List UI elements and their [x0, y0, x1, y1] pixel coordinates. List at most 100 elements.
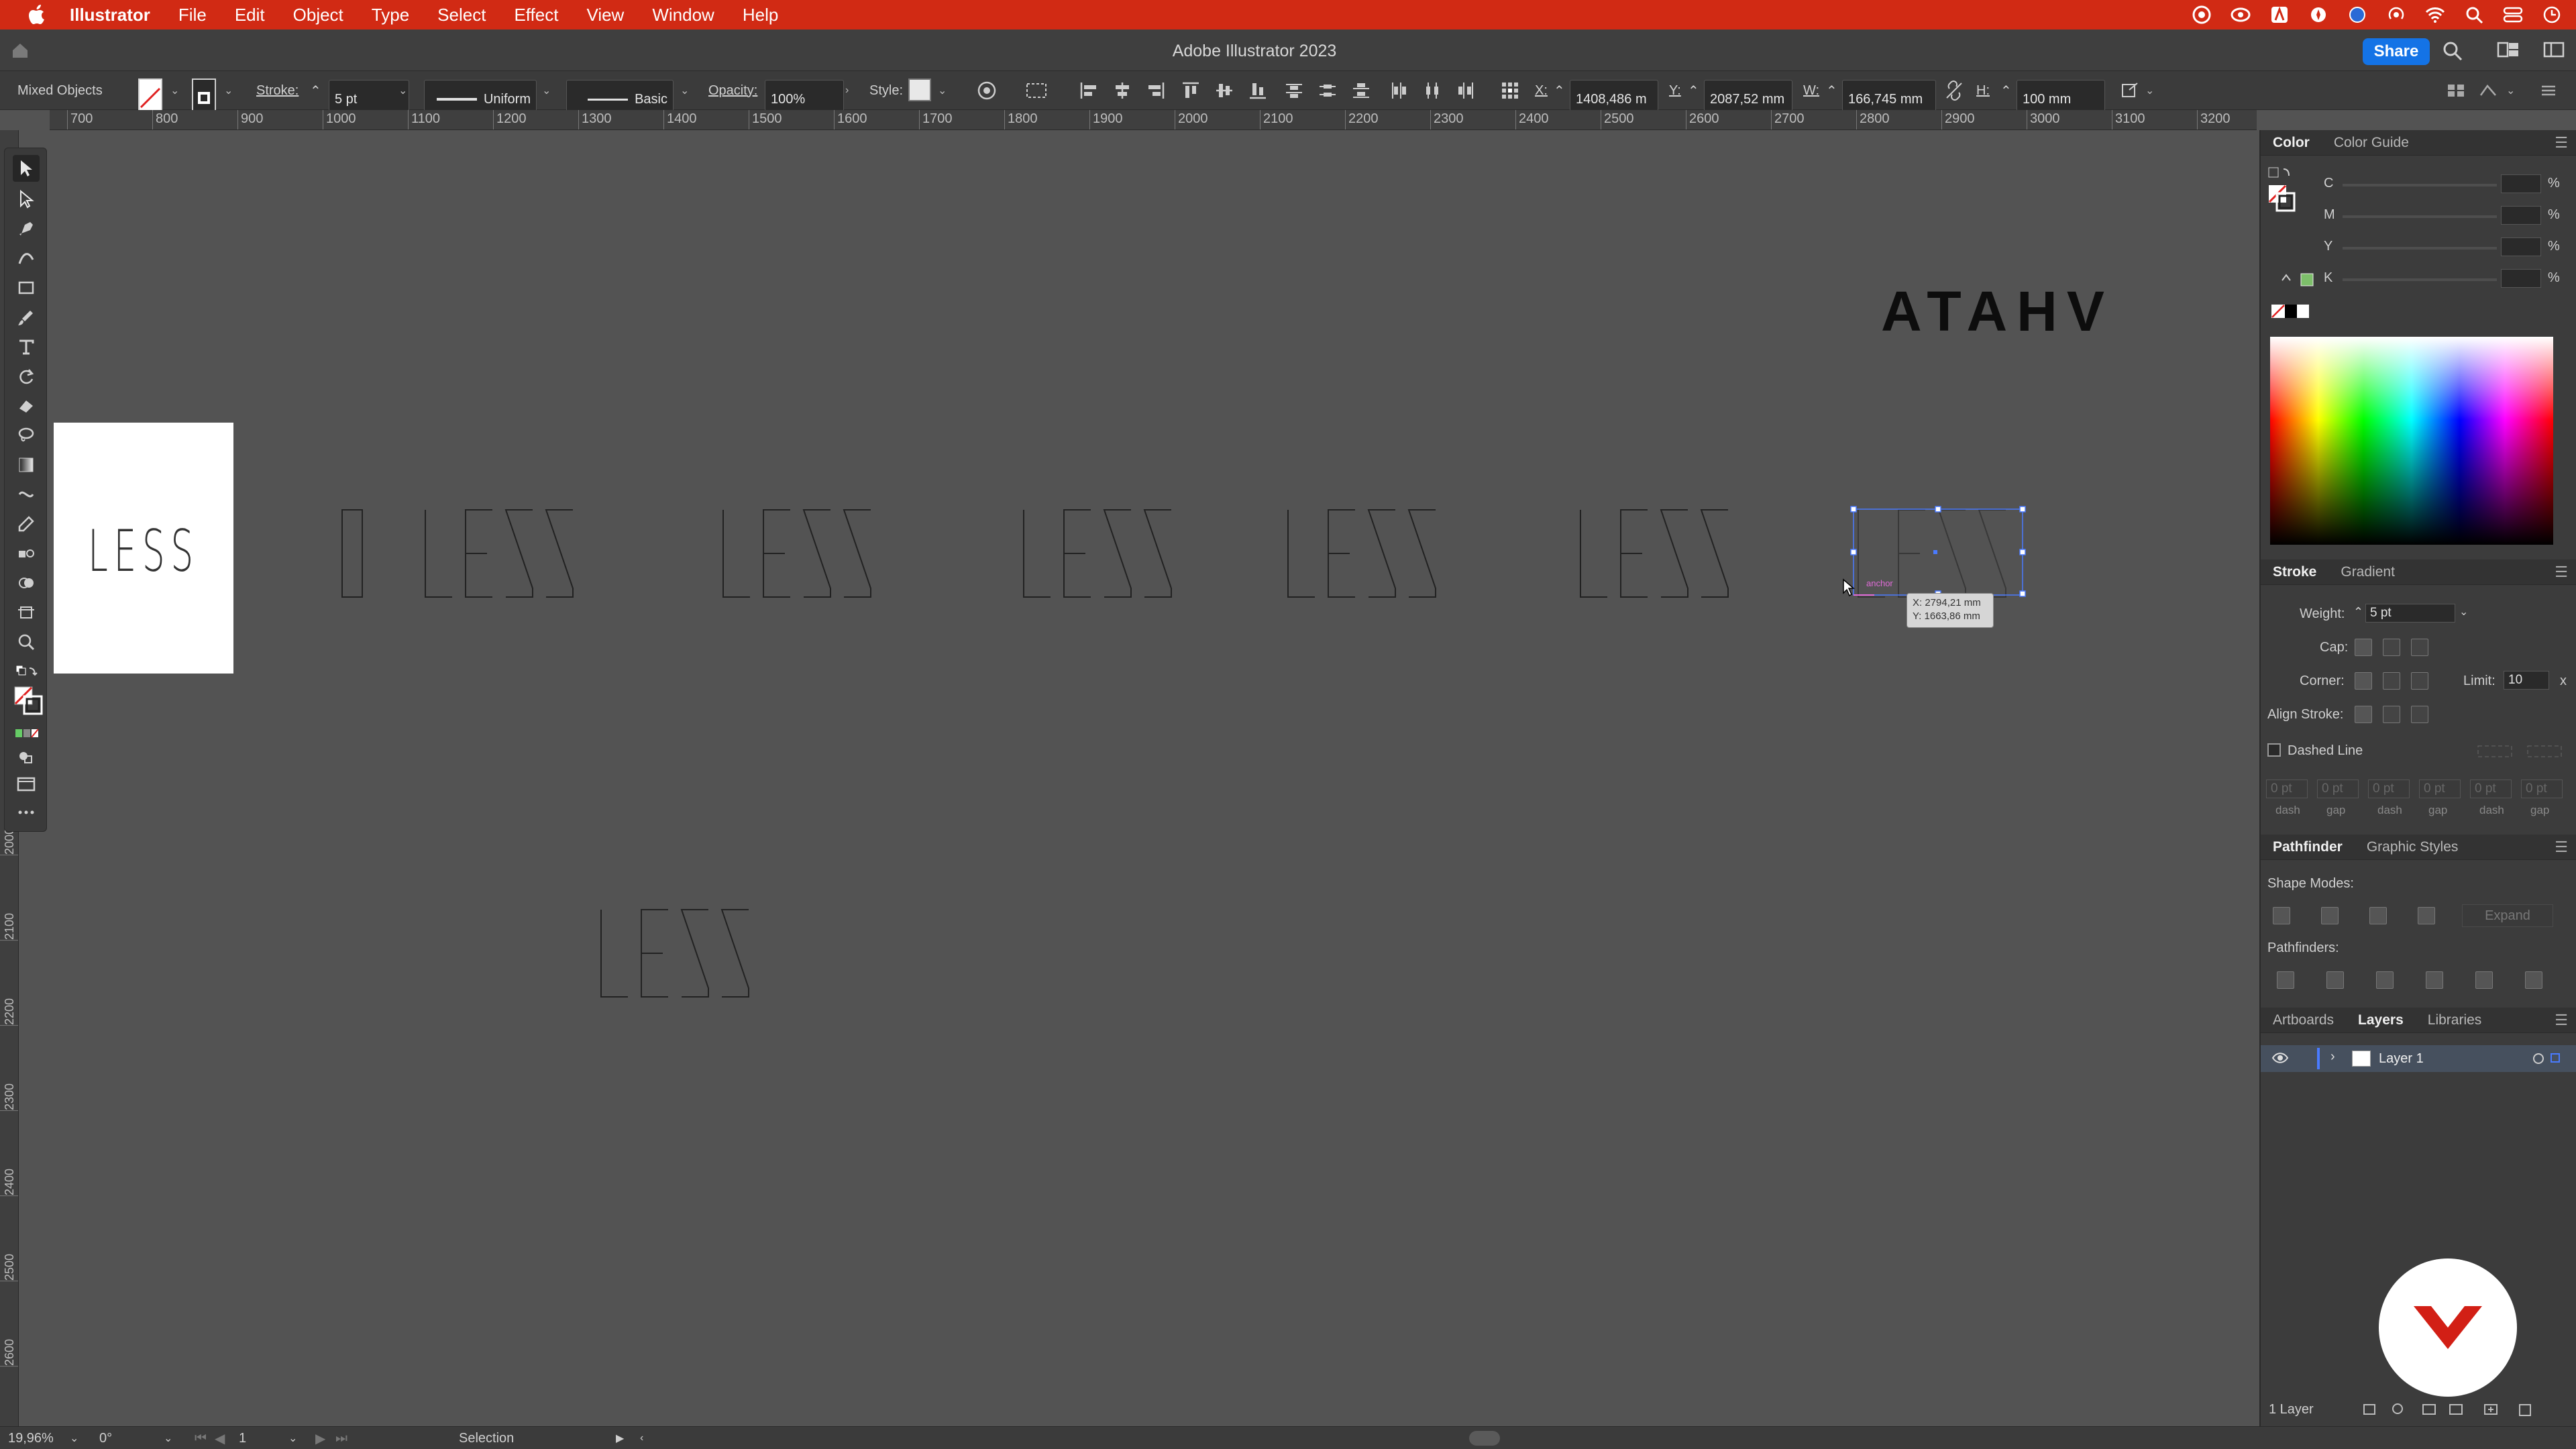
shape-builder-tool-icon[interactable] — [13, 570, 40, 596]
menu-help[interactable]: Help — [743, 5, 778, 25]
trim-icon[interactable] — [2326, 971, 2344, 989]
out-of-gamut-icon[interactable] — [2279, 271, 2317, 287]
direct-selection-tool-icon[interactable] — [13, 186, 40, 213]
unite-icon[interactable] — [2273, 907, 2290, 924]
artboard-nav-prev-icon[interactable]: ◀ — [215, 1427, 225, 1449]
outlined-glyph-e[interactable] — [1063, 509, 1091, 598]
menu-file[interactable]: File — [178, 5, 207, 25]
dash-alignment-icons[interactable] — [2475, 743, 2567, 759]
expand-button[interactable]: Expand — [2462, 904, 2553, 927]
dash-gap-field[interactable]: 0 pt — [2419, 780, 2461, 798]
panel-menu-icon[interactable] — [2540, 71, 2557, 110]
chevron-down-icon[interactable]: ⌄ — [170, 71, 179, 110]
zoom-tool-icon[interactable] — [13, 629, 40, 655]
artboard-tool-icon[interactable] — [13, 599, 40, 626]
round-join-icon[interactable] — [2383, 672, 2400, 690]
distribute-center-icon[interactable] — [1318, 71, 1338, 110]
minus-back-icon[interactable] — [2525, 971, 2542, 989]
outlined-glyph-e[interactable] — [465, 509, 492, 598]
menu-app-name[interactable]: Illustrator — [70, 5, 150, 25]
artboard[interactable]: LESS — [54, 423, 233, 674]
chevron-down-icon[interactable]: ⌄ — [2145, 71, 2154, 110]
floating-logo-badge[interactable] — [2379, 1258, 2517, 1397]
menu-select[interactable]: Select — [437, 5, 486, 25]
sync-icon[interactable] — [2230, 4, 2251, 25]
layers-footer-icons[interactable] — [2361, 1401, 2569, 1418]
outlined-less-group[interactable] — [1576, 503, 1737, 604]
pen-tool-icon[interactable] — [13, 215, 40, 242]
panel-menu-icon[interactable]: ☰ — [2555, 564, 2568, 581]
align-stroke-inside-icon[interactable] — [2383, 706, 2400, 723]
graphic-style-swatch[interactable] — [908, 78, 931, 101]
outline-icon[interactable] — [2475, 971, 2493, 989]
chevron-left-icon[interactable]: ‹ — [640, 1427, 643, 1449]
weight-field[interactable]: 5 pt — [2365, 604, 2455, 623]
projecting-cap-icon[interactable] — [2411, 639, 2428, 656]
dashed-line-checkbox[interactable] — [2267, 743, 2281, 757]
tab-gradient[interactable]: Gradient — [2328, 564, 2407, 580]
outlined-glyph-s[interactable] — [504, 509, 533, 598]
outlined-glyph-e[interactable] — [641, 909, 668, 998]
menu-edit[interactable]: Edit — [235, 5, 265, 25]
dash-gap-field[interactable]: 0 pt — [2317, 780, 2359, 798]
visibility-eye-icon[interactable] — [2271, 1051, 2289, 1065]
width-tool-icon[interactable] — [13, 481, 40, 508]
menu-window[interactable]: Window — [652, 5, 714, 25]
outlined-glyph-s[interactable] — [1143, 509, 1172, 598]
artboard-nav-first-icon[interactable]: ⏮ — [195, 1427, 207, 1449]
chevron-down-icon[interactable]: ⌄ — [680, 71, 689, 110]
align-stroke-outside-icon[interactable] — [2411, 706, 2428, 723]
outlined-glyph-s[interactable] — [1660, 509, 1688, 598]
tab-libraries[interactable]: Libraries — [2416, 1012, 2494, 1028]
miter-join-icon[interactable] — [2355, 672, 2372, 690]
chevron-right-icon[interactable]: › — [2330, 1049, 2335, 1065]
workspace-switcher-icon[interactable] — [2542, 40, 2565, 60]
cyan-slider[interactable] — [2343, 184, 2497, 186]
black-field[interactable] — [2501, 269, 2541, 288]
tab-graphic-styles[interactable]: Graphic Styles — [2355, 839, 2471, 855]
wifi-icon[interactable] — [2424, 4, 2446, 25]
selection-indicator[interactable] — [2551, 1053, 2560, 1063]
stroke-label[interactable]: Stroke: — [256, 71, 299, 110]
horizontal-scrollbar-thumb[interactable] — [1469, 1431, 1500, 1446]
crop-icon[interactable] — [2426, 971, 2443, 989]
outlined-glyph-s[interactable] — [1103, 509, 1132, 598]
search-icon[interactable] — [2442, 40, 2465, 60]
chevron-down-icon[interactable]: ⌄ — [398, 71, 407, 110]
chevron-down-icon[interactable]: ⌄ — [70, 1427, 78, 1449]
outlined-glyph-e[interactable] — [763, 509, 790, 598]
draw-mode-icon[interactable] — [13, 744, 40, 771]
distribute-right-icon[interactable] — [1456, 71, 1476, 110]
outlined-glyph-e[interactable] — [1620, 509, 1648, 598]
tab-artboards[interactable]: Artboards — [2261, 1012, 2346, 1028]
constrain-proportions-icon[interactable] — [1944, 71, 1964, 110]
panel-menu-icon[interactable]: ☰ — [2555, 134, 2568, 152]
x-label[interactable]: X: — [1535, 71, 1548, 110]
chevron-down-icon[interactable]: ⌄ — [224, 71, 233, 110]
tab-pathfinder[interactable]: Pathfinder — [2261, 839, 2355, 855]
black-slider[interactable] — [2343, 278, 2497, 281]
horizontal-ruler[interactable]: 700 800 900 1000 1100 1200 1300 1400 1500 1600 170… — [50, 110, 2257, 130]
puppet-warp-icon[interactable] — [2478, 71, 2498, 110]
outlined-less-group[interactable] — [338, 503, 593, 604]
menu-effect[interactable]: Effect — [514, 5, 558, 25]
dash-gap-field[interactable]: 0 pt — [2368, 780, 2410, 798]
align-right-icon[interactable] — [1146, 71, 1166, 110]
rotate-tool-icon[interactable] — [13, 363, 40, 390]
outlined-glyph-s[interactable] — [720, 909, 749, 998]
chevron-down-icon[interactable]: ⌄ — [542, 71, 551, 110]
align-left-icon[interactable] — [1079, 71, 1099, 110]
outlined-glyph-l[interactable] — [1287, 510, 1315, 598]
artboard-nav-last-icon[interactable]: ⏭ — [335, 1427, 347, 1449]
chevron-down-icon[interactable]: ⌄ — [288, 1427, 297, 1449]
outlined-glyph-l[interactable] — [1023, 510, 1051, 598]
chevron-down-icon[interactable]: ⌄ — [938, 71, 947, 110]
extension-icon[interactable] — [2308, 4, 2329, 25]
stepper-icon[interactable]: ⌃ — [2353, 605, 2363, 619]
round-cap-icon[interactable] — [2383, 639, 2400, 656]
dash-gap-field[interactable]: 0 pt — [2266, 780, 2308, 798]
rotation-value[interactable]: 0° — [99, 1427, 112, 1449]
share-button[interactable]: Share — [2363, 38, 2430, 65]
artboard-less-text[interactable]: LESS — [88, 518, 199, 585]
outlined-glyph-e[interactable] — [1328, 509, 1355, 598]
